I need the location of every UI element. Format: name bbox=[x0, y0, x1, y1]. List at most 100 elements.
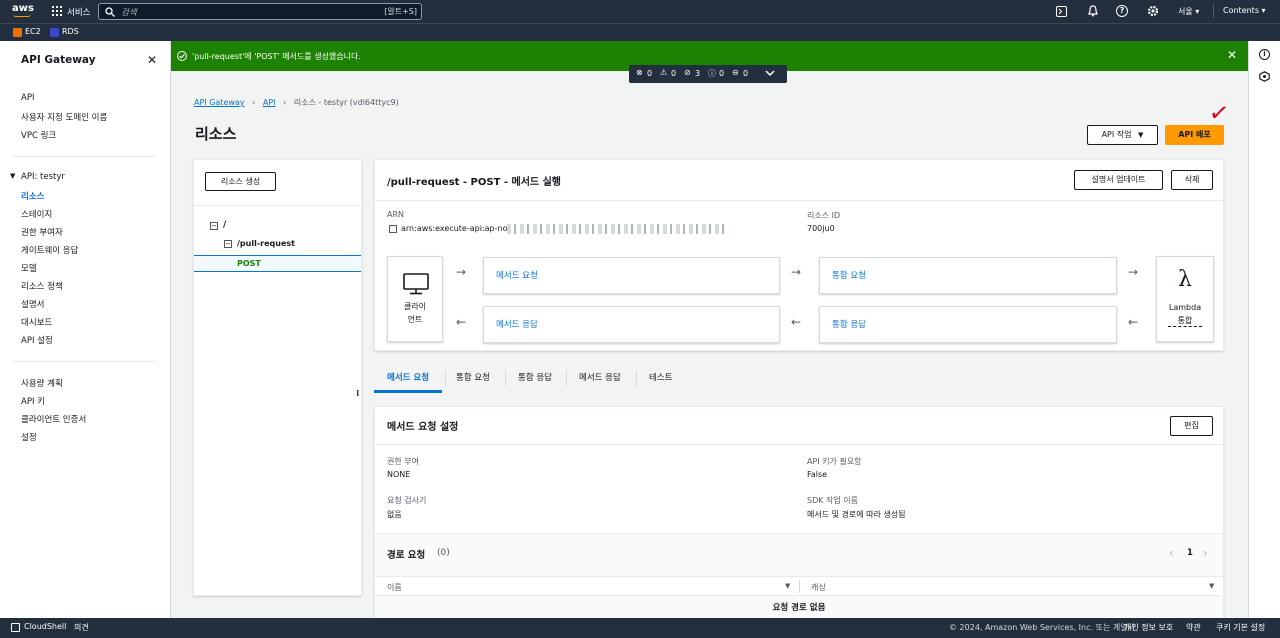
sidebar-item-resource-policy[interactable]: 리소스 정책 bbox=[21, 280, 63, 292]
sidebar-title[interactable]: API Gateway bbox=[21, 54, 96, 66]
tab-method-response[interactable]: 메서드 응답 bbox=[579, 371, 621, 383]
console-footer: CloudShell 의견 © 2024, Amazon Web Service… bbox=[0, 618, 1280, 638]
tab-separator bbox=[445, 370, 446, 386]
tutorial-icon[interactable] bbox=[1259, 71, 1270, 82]
pagination-prev-icon[interactable]: ‹ bbox=[1169, 546, 1174, 560]
arrow-left-icon: ← bbox=[1128, 315, 1139, 329]
sidebar-api-section[interactable]: API: testyr bbox=[21, 172, 65, 182]
settings-title: 메서드 요청 설정 bbox=[387, 422, 459, 433]
cloudshell-icon[interactable] bbox=[1056, 6, 1067, 17]
integration-request-box[interactable]: 통합 요청 bbox=[819, 257, 1117, 294]
deploy-api-button[interactable]: API 배포 bbox=[1165, 125, 1224, 145]
tree-node-post-row[interactable]: POST bbox=[194, 255, 361, 272]
sidebar-item-client-certificates[interactable]: 클라이언트 인증서 bbox=[21, 413, 86, 425]
sidebar-item-usage-plans[interactable]: 사용량 계획 bbox=[21, 377, 63, 389]
sidebar-item-resources[interactable]: 리소스 bbox=[21, 190, 44, 202]
lambda-label: Lambda bbox=[1168, 303, 1202, 312]
footer-feedback[interactable]: 의견 bbox=[74, 622, 89, 633]
breadcrumb-api[interactable]: API bbox=[263, 98, 276, 107]
client-monitor-icon bbox=[403, 273, 429, 295]
api-actions-label: API 작업 bbox=[1101, 130, 1132, 139]
services-grid-icon[interactable] bbox=[52, 6, 62, 16]
resource-id-value: 700ju0 bbox=[807, 224, 835, 233]
sidebar-item-api[interactable]: API bbox=[21, 93, 34, 103]
services-menu[interactable]: 서비스 bbox=[67, 6, 90, 18]
method-execution-title: /pull-request - POST - 메서드 실행 bbox=[387, 177, 562, 188]
favorite-ec2[interactable]: EC2 bbox=[25, 27, 41, 36]
collapse-pull-request-icon[interactable]: − bbox=[224, 240, 232, 248]
sidebar-item-dashboard[interactable]: 대시보드 bbox=[21, 316, 52, 328]
help-icon[interactable]: ? bbox=[1116, 5, 1128, 17]
sidebar-divider bbox=[12, 156, 157, 157]
create-resource-button[interactable]: 리소스 생성 bbox=[205, 172, 276, 191]
sidebar-item-settings[interactable]: 설정 bbox=[21, 431, 37, 443]
favorite-rds[interactable]: RDS bbox=[62, 27, 79, 36]
lambda-integration-box[interactable]: λ Lambda 통합 bbox=[1156, 256, 1214, 342]
pagination-next-icon[interactable]: › bbox=[1203, 546, 1208, 560]
sidebar-item-api-keys[interactable]: API 키 bbox=[21, 395, 45, 407]
rds-icon bbox=[50, 28, 59, 37]
sidebar-item-authorizers[interactable]: 권한 부여자 bbox=[21, 226, 63, 238]
sidebar-item-vpc-links[interactable]: VPC 링크 bbox=[21, 129, 56, 141]
notification-summary-bar[interactable]: ⊗ 0 ⚠ 0 ⊘ 3 ⓘ 0 ⊖ 0 bbox=[629, 65, 787, 83]
account-menu[interactable]: Contents ▾ bbox=[1223, 6, 1266, 15]
pagination-page[interactable]: 1 bbox=[1187, 548, 1193, 558]
sort-name-icon[interactable]: ▼ bbox=[785, 582, 790, 590]
chevron-down-icon[interactable] bbox=[765, 68, 775, 78]
sidebar-item-api-settings[interactable]: API 설정 bbox=[21, 334, 53, 346]
search-icon bbox=[105, 7, 115, 17]
authorization-label: 권한 부여 bbox=[387, 457, 419, 466]
request-validator-value: 없음 bbox=[387, 510, 402, 519]
sidebar-item-custom-domains[interactable]: 사용자 지정 도메인 이름 bbox=[21, 111, 107, 123]
footer-cookie-preferences[interactable]: 쿠키 기본 설정 bbox=[1216, 622, 1265, 633]
sidebar-item-documentation[interactable]: 설명서 bbox=[21, 298, 44, 310]
method-request-box[interactable]: 메서드 요청 bbox=[483, 257, 780, 294]
method-response-box[interactable]: 메서드 응답 bbox=[483, 306, 780, 343]
success-icon: ⊘ bbox=[684, 68, 691, 77]
breadcrumb-api-gateway[interactable]: API Gateway bbox=[194, 98, 245, 107]
footer-cloudshell[interactable]: CloudShell bbox=[24, 622, 66, 631]
sort-caching-icon[interactable]: ▼ bbox=[1209, 582, 1214, 590]
sdk-operation-label: SDK 작업 이름 bbox=[807, 496, 859, 505]
tab-separator bbox=[505, 370, 506, 386]
info-panel-icon[interactable]: i bbox=[1259, 49, 1270, 60]
integration-response-box[interactable]: 통합 응답 bbox=[819, 306, 1117, 343]
aws-logo[interactable]: aws bbox=[12, 3, 34, 14]
tab-test[interactable]: 테스트 bbox=[649, 371, 672, 383]
warning-count: 0 bbox=[671, 69, 677, 78]
update-documentation-button[interactable]: 설명서 업데이트 bbox=[1074, 170, 1163, 190]
tab-integration-response[interactable]: 통합 응답 bbox=[518, 371, 552, 383]
tab-integration-request[interactable]: 통합 요청 bbox=[456, 371, 490, 383]
dismiss-flash-icon[interactable]: ✕ bbox=[1227, 48, 1237, 62]
search-placeholder: 검색 bbox=[121, 8, 137, 18]
column-header-caching[interactable]: 캐싱 bbox=[811, 582, 826, 593]
tree-node-pull-request[interactable]: /pull-request bbox=[237, 239, 295, 248]
sidebar-item-models[interactable]: 모델 bbox=[21, 262, 37, 274]
tree-node-root[interactable]: / bbox=[223, 220, 226, 230]
arrow-left-icon: ← bbox=[456, 315, 467, 329]
search-input[interactable]: 검색 [알트+S] bbox=[98, 3, 422, 20]
footer-privacy[interactable]: 개인 정보 보호 bbox=[1124, 622, 1173, 633]
settings-gear-icon[interactable] bbox=[1147, 5, 1159, 17]
panel-resize-handle[interactable]: ⁞ bbox=[356, 389, 359, 399]
in-progress-icon: ⊖ bbox=[732, 68, 739, 77]
close-sidebar-icon[interactable]: ✕ bbox=[147, 54, 157, 66]
copy-icon[interactable] bbox=[389, 225, 397, 233]
tab-method-request[interactable]: 메서드 요청 bbox=[387, 371, 429, 383]
caret-down-icon[interactable]: ▼ bbox=[10, 172, 15, 180]
client-box: 클라이 언트 bbox=[387, 256, 443, 342]
edit-button[interactable]: 편집 bbox=[1170, 416, 1213, 436]
collapse-root-icon[interactable]: − bbox=[210, 222, 218, 230]
aws-logo-smile-icon bbox=[13, 14, 31, 17]
delete-button[interactable]: 삭제 bbox=[1171, 170, 1213, 190]
api-actions-dropdown[interactable]: API 작업 ▼ bbox=[1087, 125, 1158, 145]
resource-id-label: 리소스 ID bbox=[807, 211, 841, 220]
sidebar-item-gateway-responses[interactable]: 게이트웨이 응답 bbox=[21, 244, 78, 256]
topbar-divider bbox=[1213, 4, 1214, 18]
region-selector[interactable]: 서울 ▾ bbox=[1178, 6, 1199, 17]
column-header-name[interactable]: 이름 bbox=[387, 582, 402, 593]
footer-terms[interactable]: 약관 bbox=[1186, 622, 1201, 633]
notifications-bell-icon[interactable] bbox=[1087, 5, 1099, 17]
sidebar-item-stages[interactable]: 스테이지 bbox=[21, 208, 52, 220]
caret-down-icon: ▼ bbox=[1138, 131, 1144, 139]
